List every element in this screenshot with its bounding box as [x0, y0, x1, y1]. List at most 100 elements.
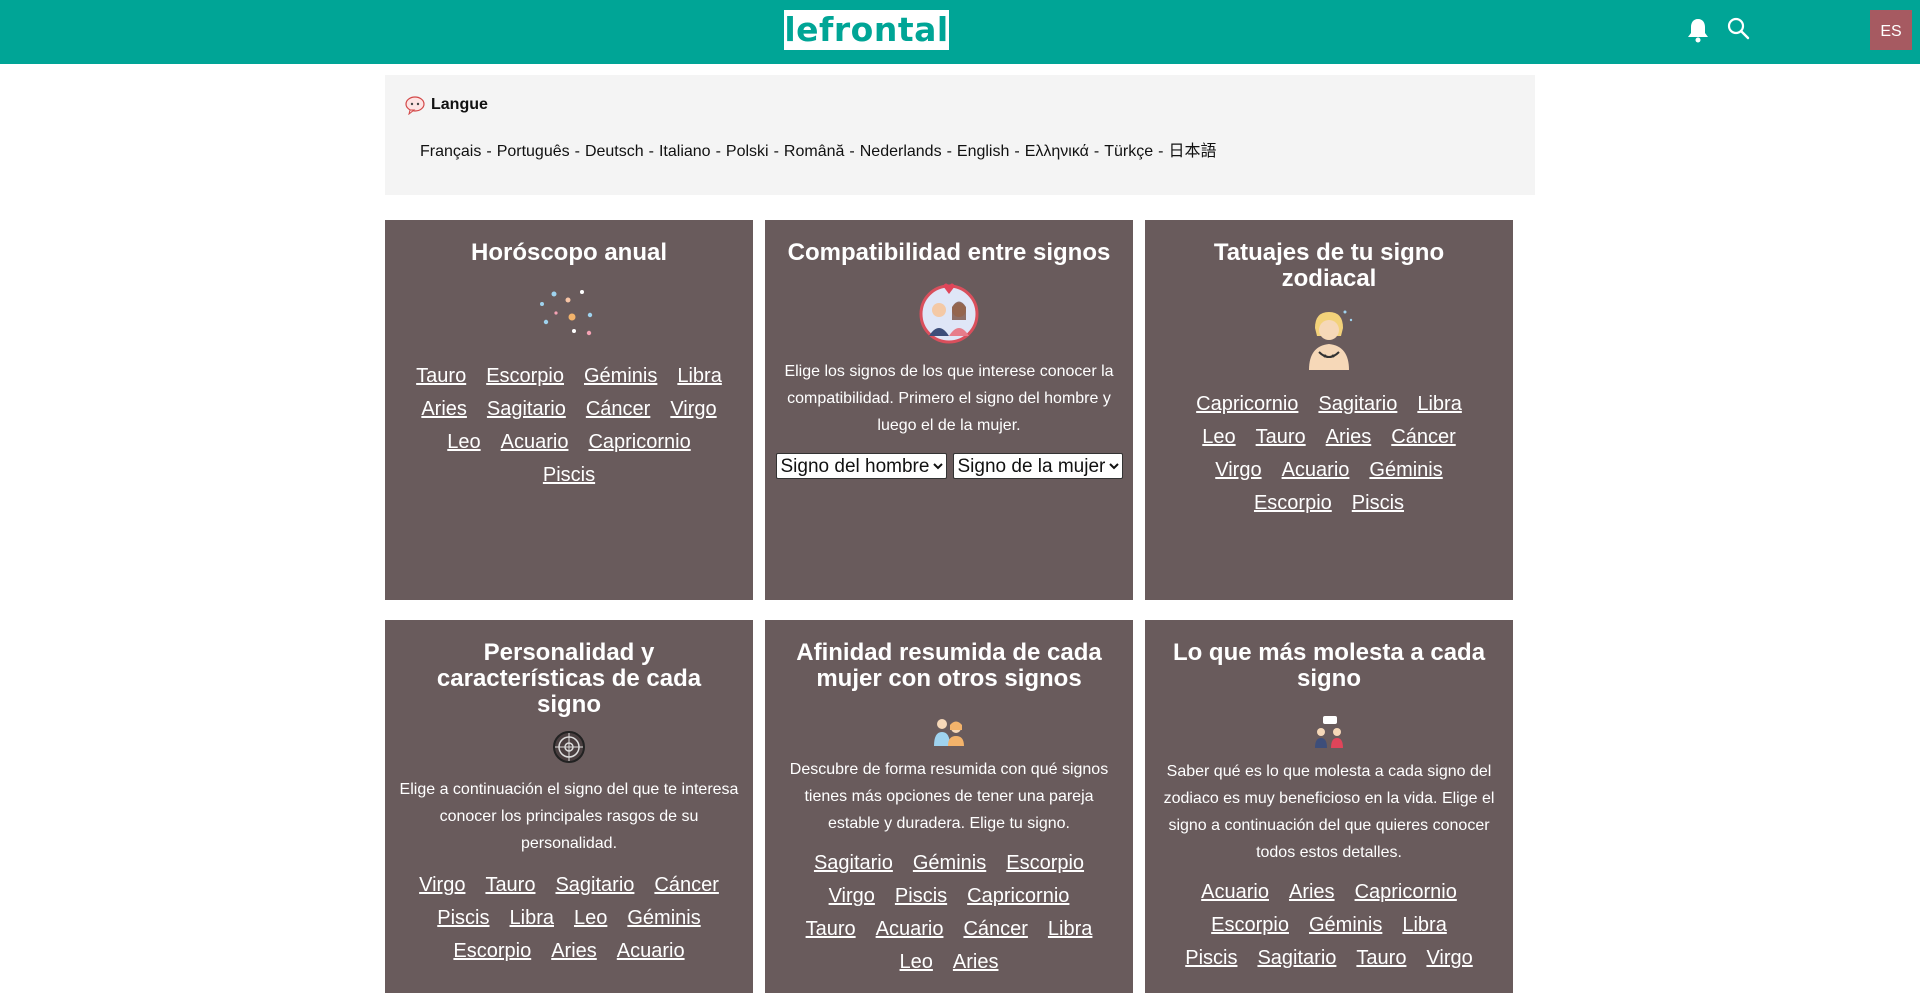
language-link[interactable]: Deutsch [585, 143, 644, 160]
language-panel: Langue Français - Português - Deutsch - Italia… [385, 75, 1535, 195]
card-title: Lo que más molesta a cada signo [1172, 639, 1486, 692]
language-title-text: Langue [431, 96, 488, 113]
sign-link[interactable]: Libra [1402, 909, 1446, 942]
constellation-icon [540, 290, 593, 336]
sign-link[interactable]: Capricornio [967, 880, 1069, 913]
sign-link[interactable]: Géminis [913, 847, 986, 880]
language-link[interactable]: English [957, 143, 1009, 160]
card-description: Descubre de forma resumida con qué signo… [789, 761, 1109, 832]
language-panel-title: Langue [405, 93, 488, 117]
card-description: Elige a continuación el signo del que te… [399, 781, 739, 852]
sign-link[interactable]: Sagitario [814, 847, 893, 880]
sign-link[interactable]: Virgo [829, 880, 875, 913]
site-logo[interactable]: lefrontal [784, 10, 949, 50]
card-description: Saber qué es lo que molesta a cada signo… [1163, 763, 1495, 861]
sign-link[interactable]: Acuario [1201, 876, 1269, 909]
card-affinity: Afinidad resumida de cada mujer con otro… [765, 620, 1133, 993]
woman-sign-select[interactable]: Signo de la mujer [952, 453, 1123, 479]
card-title: Personalidad y características de cada s… [436, 639, 702, 718]
language-link[interactable]: Italiano [659, 143, 711, 160]
sign-link[interactable]: Virgo [670, 393, 716, 426]
sign-link[interactable]: Escorpio [1254, 487, 1332, 520]
sign-link[interactable]: Cáncer [963, 913, 1027, 946]
couple-people-icon [934, 719, 964, 746]
sign-link[interactable]: Acuario [617, 935, 685, 968]
sign-link[interactable]: Libra [510, 902, 554, 935]
sign-link[interactable]: Tauro [806, 913, 856, 946]
sign-link[interactable]: Aries [421, 393, 467, 426]
sign-link[interactable]: Escorpio [1006, 847, 1084, 880]
sign-link[interactable]: Piscis [895, 880, 947, 913]
sign-link[interactable]: Géminis [1309, 909, 1382, 942]
sign-link-list: Acuario Aries Capricornio Escorpio Géminis L… [1145, 876, 1513, 975]
sign-link[interactable]: Sagitario [487, 393, 566, 426]
card-title: Tatuajes de tu signo zodiacal [1213, 239, 1445, 292]
sign-link[interactable]: Leo [574, 902, 607, 935]
sign-link[interactable]: Cáncer [1391, 421, 1455, 454]
language-link[interactable]: Nederlands [860, 143, 942, 160]
sign-link[interactable]: Escorpio [486, 360, 564, 393]
speech-bubble-icon [405, 96, 425, 115]
language-link[interactable]: Ελληνικά [1025, 143, 1089, 160]
sign-link[interactable]: Tauro [1356, 942, 1406, 975]
sign-link[interactable]: Libra [1048, 913, 1092, 946]
sign-link[interactable]: Libra [1417, 388, 1461, 421]
top-navigation-bar: lefrontal ES [0, 0, 1920, 64]
sign-link[interactable]: Leo [1202, 421, 1235, 454]
sign-link[interactable]: Sagitario [555, 869, 634, 902]
language-link[interactable]: Română [784, 143, 844, 160]
sign-link[interactable]: Sagitario [1318, 388, 1397, 421]
sign-link[interactable]: Acuario [501, 426, 569, 459]
sign-link[interactable]: Tauro [1256, 421, 1306, 454]
sign-link[interactable]: Escorpio [453, 935, 531, 968]
sign-link-list: Capricornio Sagitario Libra Leo Tauro Aries C… [1145, 388, 1513, 520]
sign-link[interactable]: Géminis [584, 360, 657, 393]
bell-icon[interactable] [1686, 17, 1710, 43]
sign-link[interactable]: Escorpio [1211, 909, 1289, 942]
sign-link[interactable]: Aries [953, 946, 999, 979]
sign-link[interactable]: Libra [677, 360, 721, 393]
sign-link[interactable]: Leo [900, 946, 933, 979]
language-list: Français - Português - Deutsch - Italiano - Pols… [420, 143, 1217, 160]
card-description: Elige los signos de los que interese con… [784, 363, 1114, 434]
sign-link[interactable]: Aries [1289, 876, 1335, 909]
sign-link[interactable]: Capricornio [1196, 388, 1298, 421]
language-link[interactable]: Português [497, 143, 570, 160]
language-link[interactable]: Français [420, 143, 481, 160]
sign-link[interactable]: Géminis [627, 902, 700, 935]
sign-link[interactable]: Piscis [1185, 942, 1237, 975]
language-link[interactable]: Polski [726, 143, 769, 160]
language-link[interactable]: 日本語 [1168, 143, 1216, 160]
card-annual-horoscope: Horóscopo anual Tauro Escorpio Géminis Libr… [385, 220, 753, 600]
sign-link[interactable]: Aries [1326, 421, 1372, 454]
sign-link[interactable]: Virgo [1426, 942, 1472, 975]
sign-link[interactable]: Acuario [1282, 454, 1350, 487]
card-compatibility: Compatibilidad entre signos Elige los si… [765, 220, 1133, 600]
sign-link[interactable]: Capricornio [588, 426, 690, 459]
sign-link[interactable]: Aries [551, 935, 597, 968]
search-icon[interactable] [1726, 16, 1750, 40]
couple-icon [919, 283, 979, 344]
sign-selectors: Signo del hombre Signo de la mujer [765, 453, 1133, 479]
sign-link[interactable]: Tauro [485, 869, 535, 902]
sign-link[interactable]: Piscis [437, 902, 489, 935]
sign-link[interactable]: Virgo [419, 869, 465, 902]
language-selector-button[interactable]: ES [1870, 10, 1912, 50]
sign-link[interactable]: Acuario [876, 913, 944, 946]
menu-icon[interactable] [14, 22, 24, 36]
man-sign-select[interactable]: Signo del hombre [775, 453, 947, 479]
sign-link[interactable]: Cáncer [586, 393, 650, 426]
sign-link[interactable]: Sagitario [1257, 942, 1336, 975]
language-link[interactable]: Türkçe [1104, 143, 1153, 160]
card-title: Compatibilidad entre signos [787, 239, 1111, 266]
sign-link[interactable]: Cáncer [654, 869, 718, 902]
sign-link[interactable]: Piscis [1352, 487, 1404, 520]
person-tattoo-icon [1309, 310, 1353, 370]
card-personality: Personalidad y características de cada s… [385, 620, 753, 993]
sign-link[interactable]: Géminis [1369, 454, 1442, 487]
sign-link[interactable]: Piscis [543, 459, 595, 492]
sign-link[interactable]: Capricornio [1355, 876, 1457, 909]
sign-link[interactable]: Leo [447, 426, 480, 459]
sign-link[interactable]: Tauro [416, 360, 466, 393]
sign-link[interactable]: Virgo [1215, 454, 1261, 487]
